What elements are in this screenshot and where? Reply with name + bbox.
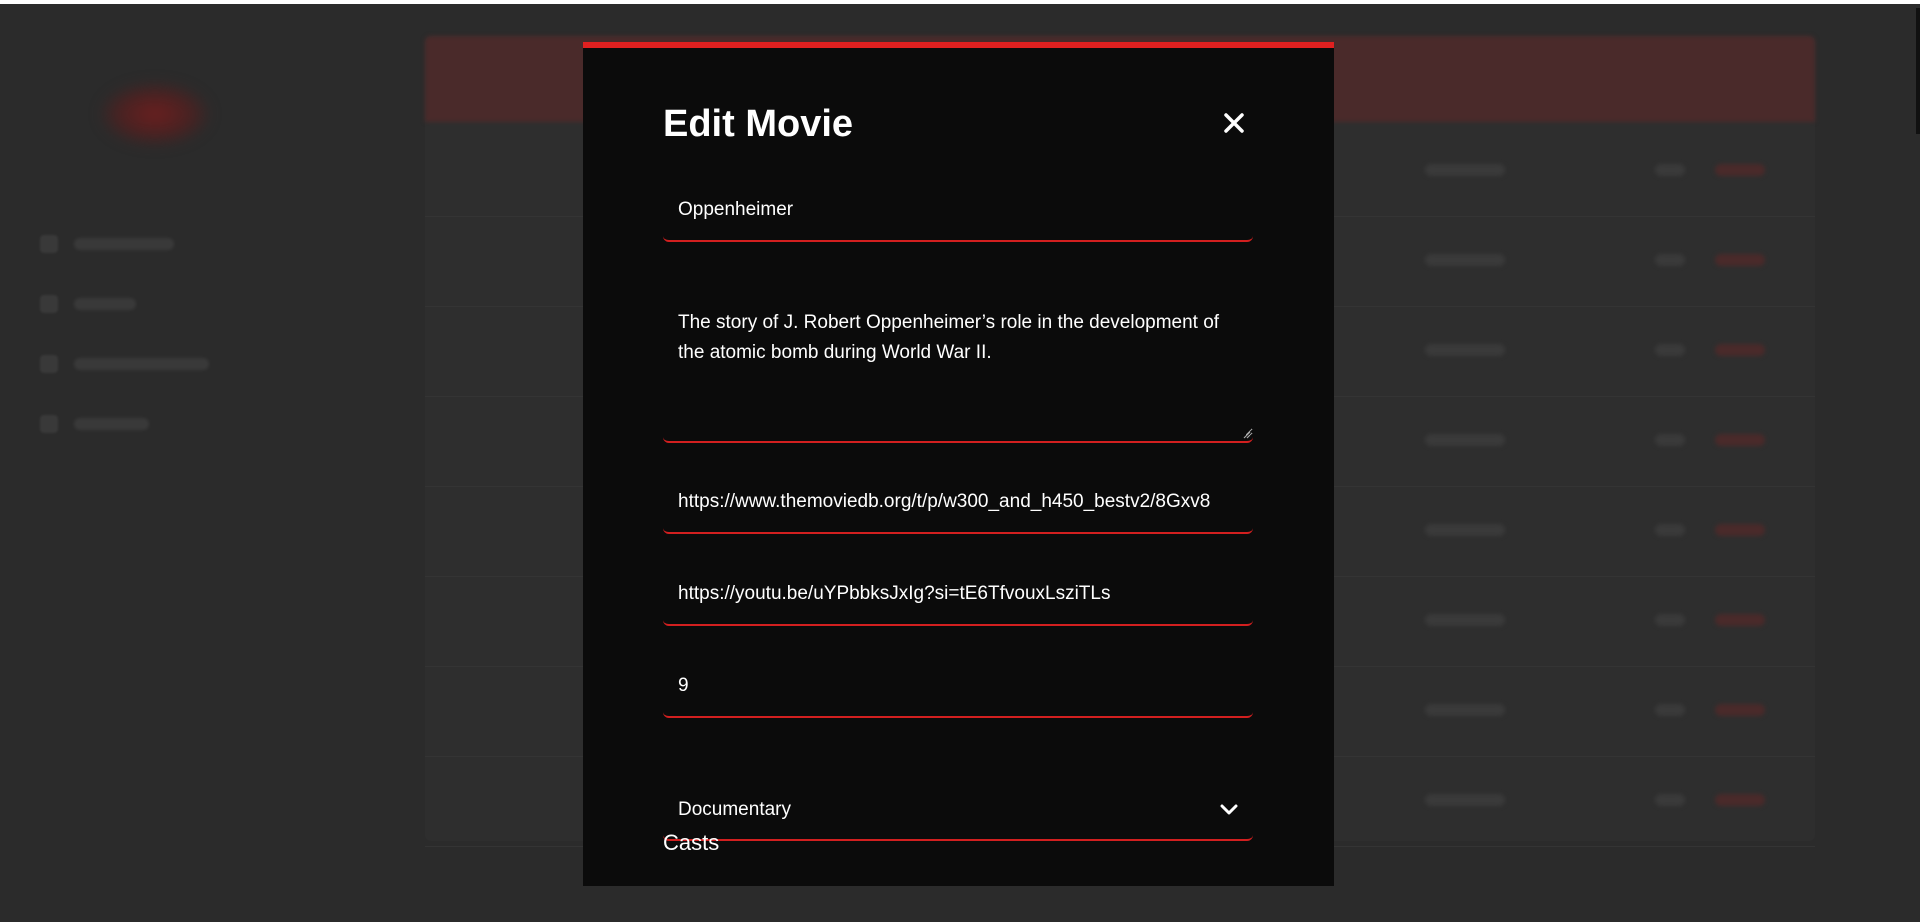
nav-icon: [40, 295, 58, 313]
close-icon: [1224, 113, 1244, 133]
app-logo: [100, 82, 210, 146]
rating-field: [663, 656, 1253, 718]
nav-icon: [40, 415, 58, 433]
movie-description-field: The story of J. Robert Oppenheimer’s rol…: [663, 288, 1253, 443]
sidebar-item: [40, 334, 209, 394]
trailer-url-input[interactable]: [663, 564, 1253, 624]
page-scrollbar[interactable]: [1916, 8, 1920, 134]
sidebar-item: [40, 214, 209, 274]
nav-icon: [40, 235, 58, 253]
trailer-url-field: [663, 564, 1253, 626]
chevron-down-icon: [1220, 804, 1238, 815]
movie-title-input[interactable]: [663, 180, 1253, 240]
nav-icon: [40, 355, 58, 373]
modal-title: Edit Movie: [663, 103, 854, 145]
sidebar-item: [40, 274, 209, 334]
poster-url-field: [663, 472, 1253, 534]
genre-selected-value: Documentary: [678, 799, 791, 820]
casts-section-label: Casts: [663, 830, 720, 855]
edit-movie-modal: Edit Movie The story of J. Robert Oppenh…: [583, 42, 1334, 886]
close-button[interactable]: [1219, 108, 1249, 138]
poster-url-input[interactable]: [663, 472, 1253, 532]
movie-description-textarea[interactable]: The story of J. Robert Oppenheimer’s rol…: [663, 288, 1253, 436]
movie-title-field: [663, 180, 1253, 242]
sidebar-nav: [40, 214, 209, 454]
rating-input[interactable]: [663, 656, 1253, 716]
genre-select[interactable]: Documentary: [663, 781, 1253, 841]
sidebar-item: [40, 394, 209, 454]
resize-grip-icon[interactable]: [1241, 429, 1251, 439]
